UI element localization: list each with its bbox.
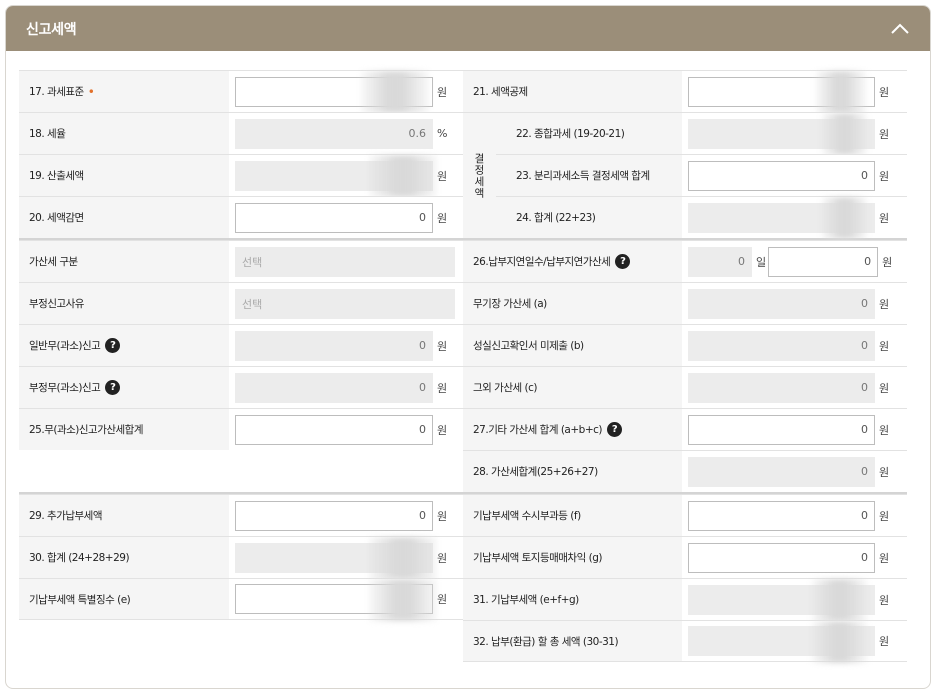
- row-faithful-report: 성실신고확인서 미제출 (b) 0원: [463, 324, 907, 366]
- row-final-tax: 32. 납부(환급) 할 총 세액 (30-31) 원: [463, 620, 907, 663]
- help-icon[interactable]: ?: [607, 422, 622, 437]
- label-total-24: 24. 합계 (22+23): [496, 196, 682, 238]
- decided-tax-group-label: 결정세액: [463, 112, 496, 238]
- fraud-underreport-field: 0: [235, 372, 433, 403]
- row-prepaid-total: 31. 기납부세액 (e+f+g) 원: [463, 578, 907, 621]
- label-penalty-total: 28. 가산세합계(25+26+27): [463, 450, 682, 492]
- label-tax-credit: 21. 세액공제: [463, 70, 682, 112]
- redacted-value: [812, 579, 867, 621]
- row-calculated-tax: 19. 산출세액 원: [19, 154, 463, 197]
- penalty-type-select[interactable]: 선택: [235, 246, 455, 277]
- additional-payment-input[interactable]: 0: [235, 500, 433, 531]
- redacted-value: [361, 71, 429, 113]
- help-icon[interactable]: ?: [105, 380, 121, 395]
- redacted-value: [369, 579, 437, 621]
- label-underreport-total: 25.무(과소)신고가산세합계: [19, 408, 229, 450]
- redacted-value: [816, 71, 866, 113]
- tax-rate-field: 0.6: [235, 118, 433, 149]
- chevron-up-icon: [891, 23, 909, 34]
- label-general-underreport: 일반무(과소)신고: [29, 340, 101, 352]
- other-penalty-field: 0: [688, 372, 875, 403]
- row-penalty-total: 28. 가산세합계(25+26+27) 0원: [463, 450, 907, 492]
- separate-tax-total-input[interactable]: 0: [688, 160, 875, 191]
- redacted-value: [369, 537, 437, 579]
- tax-reduction-input[interactable]: 0: [235, 202, 433, 233]
- label-tax-reduction: 20. 세액감면: [19, 196, 229, 238]
- row-additional-payment: 29. 추가납부세액 0원: [19, 494, 463, 536]
- required-mark: •: [87, 84, 95, 99]
- label-land-trade-gain: 기납부세액 토지등매매차익 (g): [463, 536, 682, 578]
- land-trade-gain-input[interactable]: 0: [688, 542, 875, 573]
- collapse-button[interactable]: [888, 17, 912, 41]
- occasional-assessment-input[interactable]: 0: [688, 500, 875, 531]
- late-penalty-input[interactable]: 0: [768, 246, 879, 277]
- label-total-30: 30. 합계 (24+28+29): [19, 536, 229, 578]
- label-additional-payment: 29. 추가납부세액: [19, 494, 229, 536]
- label-general-tax: 22. 종합과세 (19-20-21): [496, 112, 682, 154]
- row-penalty-type: 가산세 구분 선택: [19, 240, 463, 282]
- underreport-total-input[interactable]: 0: [235, 414, 433, 445]
- row-special-withholding: 기납부세액 특별징수 (e) 원: [19, 578, 463, 621]
- label-other-penalty-total: 27.기타 가산세 합계 (a+b+c): [473, 424, 603, 436]
- row-tax-base: 17. 과세표준 • 원: [19, 70, 463, 113]
- label-occasional-assessment: 기납부세액 수시부과등 (f): [463, 494, 682, 536]
- penalty-total-field: 0: [688, 456, 875, 487]
- general-underreport-field: 0: [235, 330, 433, 361]
- late-days-field: 0: [688, 246, 752, 277]
- panel-header: 신고세액: [6, 6, 930, 51]
- label-prepaid-total: 31. 기납부세액 (e+f+g): [463, 578, 682, 620]
- label-other-penalty: 그외 가산세 (c): [463, 366, 682, 408]
- row-total-30: 30. 합계 (24+28+29) 원: [19, 536, 463, 579]
- redacted-value: [812, 621, 867, 663]
- row-tax-rate: 18. 세율 0.6%: [19, 112, 463, 154]
- row-other-penalty-total: 27.기타 가산세 합계 (a+b+c)? 0원: [463, 408, 907, 450]
- row-tax-credit: 21. 세액공제 원: [463, 70, 907, 113]
- label-no-bookkeeping: 무기장 가산세 (a): [463, 282, 682, 324]
- label-separate-tax-total: 23. 분리과세소득 결정세액 합계: [496, 154, 682, 196]
- label-final-tax: 32. 납부(환급) 할 총 세액 (30-31): [463, 620, 682, 662]
- label-tax-rate: 18. 세율: [19, 112, 229, 154]
- label-faithful-report: 성실신고확인서 미제출 (b): [463, 324, 682, 366]
- label-fraud-reason: 부정신고사유: [19, 282, 229, 324]
- row-no-bookkeeping: 무기장 가산세 (a) 0원: [463, 282, 907, 324]
- panel-title: 신고세액: [26, 21, 77, 38]
- no-bookkeeping-field: 0: [688, 288, 875, 319]
- faithful-report-field: 0: [688, 330, 875, 361]
- row-land-trade-gain: 기납부세액 토지등매매차익 (g) 0원: [463, 536, 907, 578]
- label-late-payment: 26.납부지연일수/납부지연가산세: [473, 256, 611, 268]
- help-icon[interactable]: ?: [615, 254, 631, 269]
- redacted-value: [822, 113, 867, 155]
- row-general-underreport: 일반무(과소)신고? 0원: [19, 324, 463, 366]
- row-fraud-underreport: 부정무(과소)신고? 0원: [19, 366, 463, 408]
- row-occasional-assessment: 기납부세액 수시부과등 (f) 0원: [463, 494, 907, 536]
- label-penalty-type: 가산세 구분: [19, 240, 229, 282]
- row-tax-reduction: 20. 세액감면 0원: [19, 196, 463, 238]
- row-fraud-reason: 부정신고사유 선택: [19, 282, 463, 324]
- redacted-value: [369, 155, 437, 197]
- redacted-value: [822, 197, 867, 239]
- row-other-penalty: 그외 가산세 (c) 0원: [463, 366, 907, 408]
- help-icon[interactable]: ?: [105, 338, 121, 353]
- row-general-tax: 22. 종합과세 (19-20-21) 원: [496, 112, 907, 155]
- label-fraud-underreport: 부정무(과소)신고: [29, 382, 101, 394]
- label-tax-base: 17. 과세표준: [29, 86, 84, 98]
- fraud-reason-select[interactable]: 선택: [235, 288, 455, 319]
- row-late-payment: 26.납부지연일수/납부지연가산세? 0일 0원: [463, 240, 907, 282]
- other-penalty-total-input[interactable]: 0: [688, 414, 875, 445]
- label-calculated-tax: 19. 산출세액: [19, 154, 229, 196]
- row-total-24: 24. 합계 (22+23) 원: [496, 196, 907, 239]
- row-underreport-total: 25.무(과소)신고가산세합계 0원: [19, 408, 463, 450]
- label-special-withholding: 기납부세액 특별징수 (e): [19, 578, 229, 620]
- row-separate-tax-total: 23. 분리과세소득 결정세액 합계 0원: [496, 154, 907, 196]
